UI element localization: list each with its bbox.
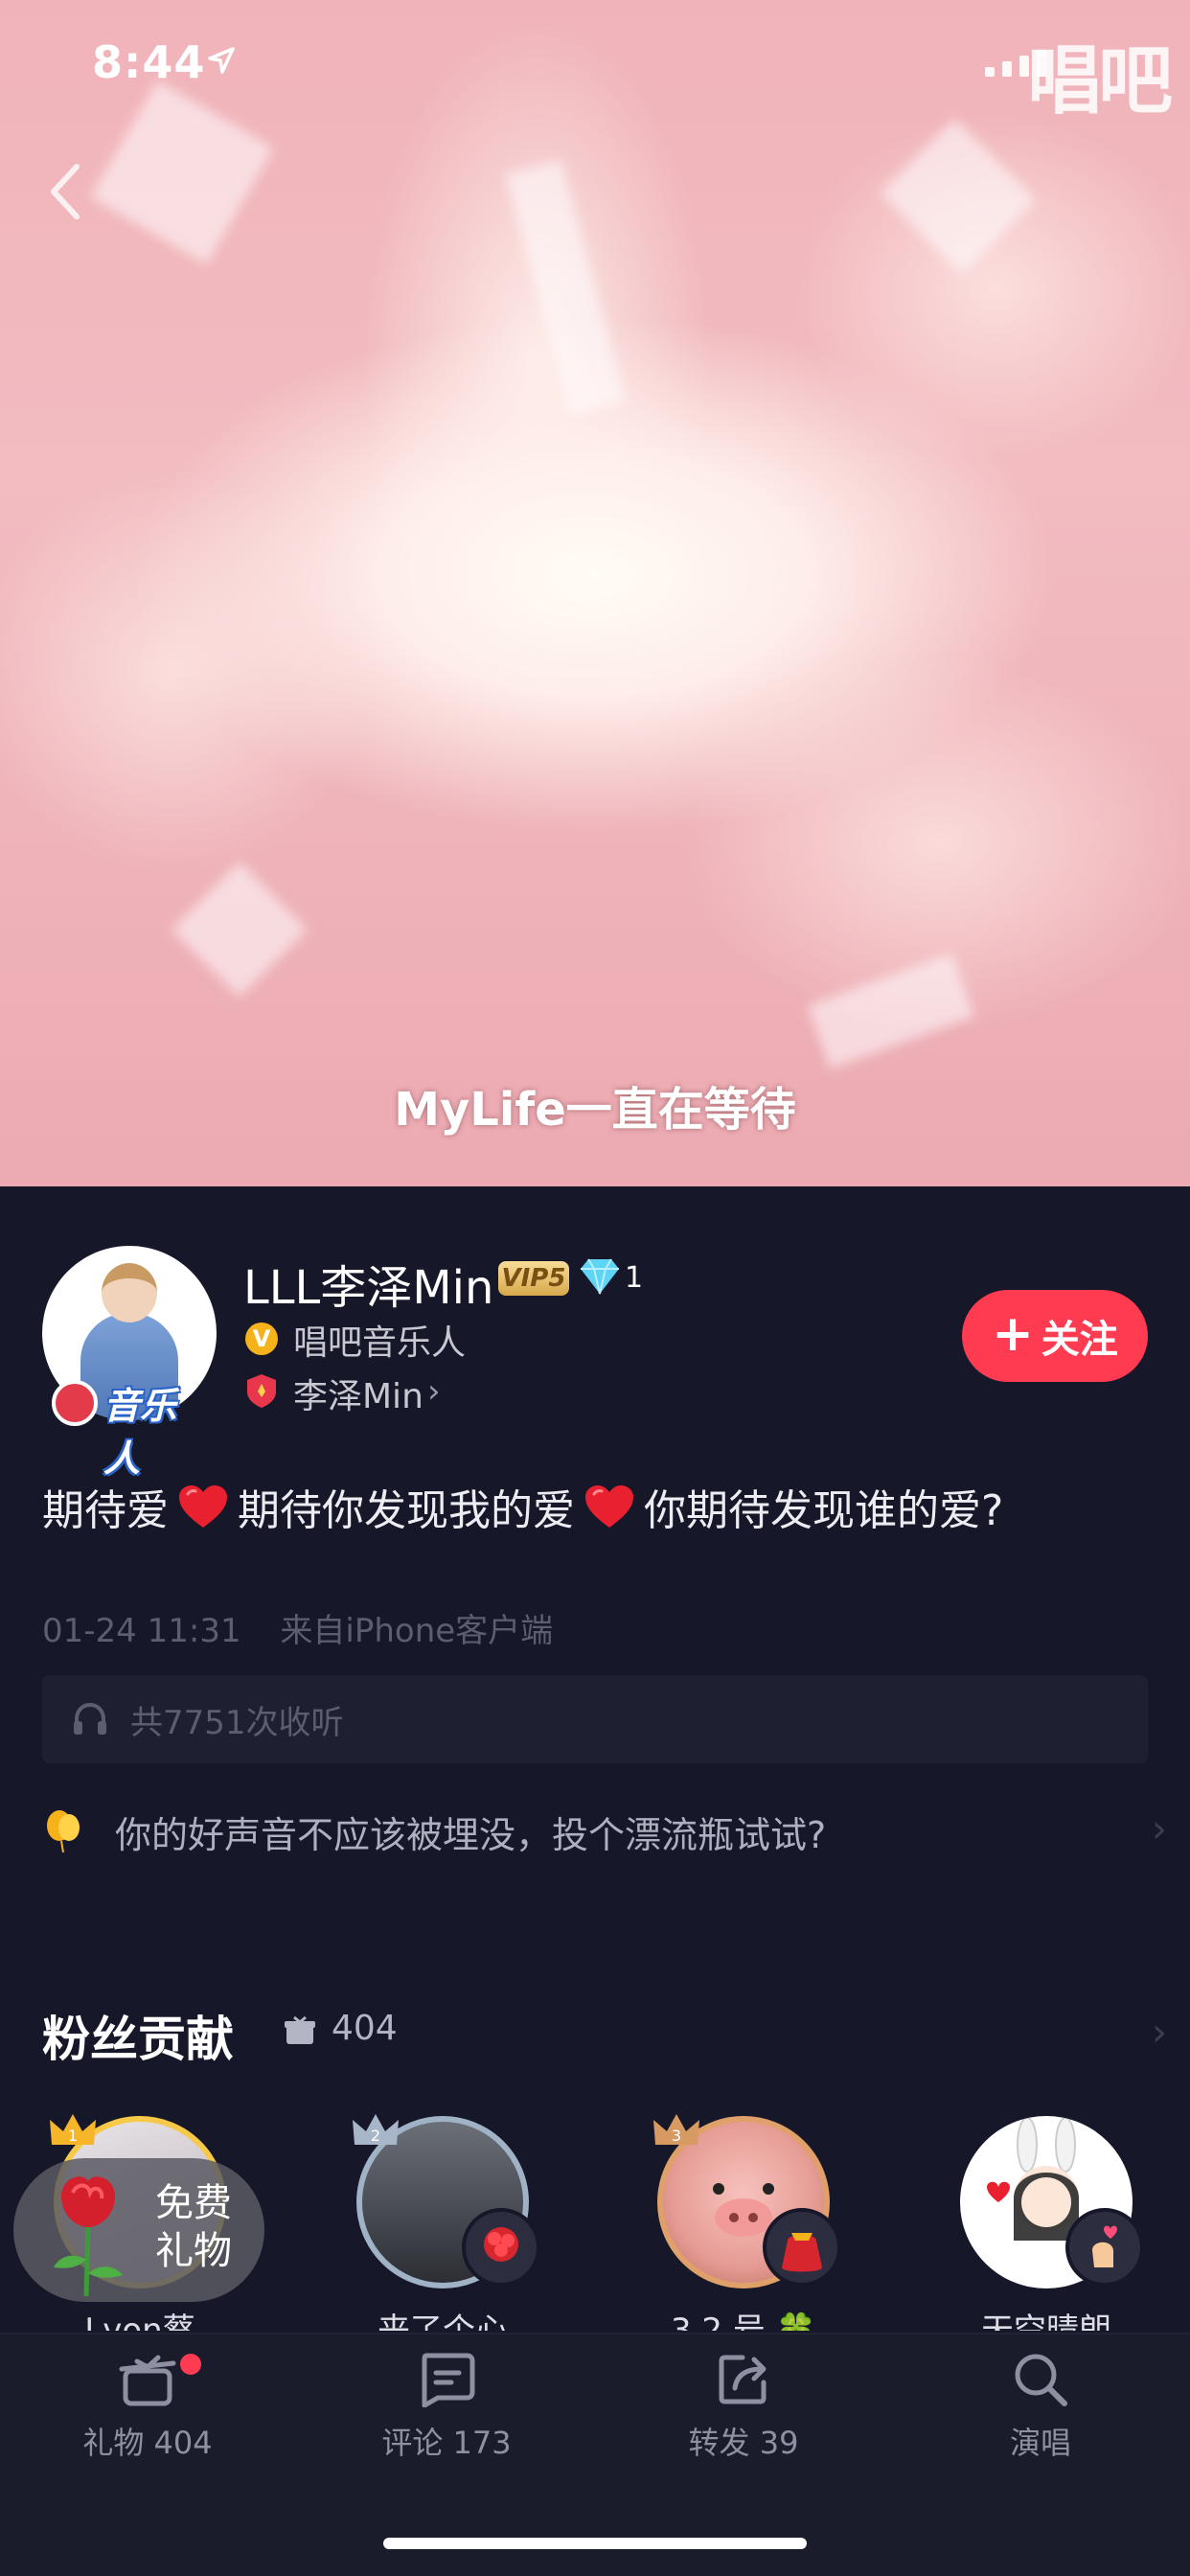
fan-avatar[interactable]: [960, 2116, 1144, 2288]
balloon-icon: [47, 1810, 80, 1853]
video-light-shard: [505, 159, 626, 416]
fan-rank: 2: [371, 2127, 380, 2145]
username[interactable]: LLL李泽Min: [243, 1250, 493, 1317]
rose-bouquet-icon: [462, 2208, 540, 2287]
app-watermark: 唱吧: [1026, 38, 1173, 125]
fan-avatar[interactable]: 2: [353, 2114, 540, 2288]
search-icon: [1015, 2354, 1067, 2406]
video-light-shard: [807, 953, 975, 1070]
shield-icon: [247, 1374, 276, 1408]
tab-comment[interactable]: 评论 173: [341, 2350, 552, 2463]
diamond-icon: [581, 1258, 619, 1295]
drift-bottle-row[interactable]: 你的好声音不应该被埋没，投个漂流瓶试试? ›: [42, 1798, 1167, 1865]
comment-icon: [422, 2353, 475, 2407]
video-light-shard: [90, 80, 274, 264]
club-label[interactable]: 李泽Min: [293, 1368, 423, 1418]
plus-icon: +: [992, 1305, 1034, 1363]
post-meta: 01-24 11:31 来自iPhone客户端: [42, 1604, 553, 1651]
guitar-icon: [52, 1380, 98, 1426]
role-label: 唱吧音乐人: [293, 1323, 467, 1363]
post-date: 01-24 11:31: [42, 1612, 241, 1650]
free-gift-label: 免费礼物: [155, 2181, 232, 2273]
headphones-icon: [74, 1702, 106, 1735]
fan-name: Lvon蔡: [84, 2312, 195, 2331]
tab-sing-label: 演唱: [1009, 2425, 1071, 2461]
drift-bottle-prompt: 你的好声音不应该被埋没，投个漂流瓶试试?: [115, 1813, 827, 1856]
tab-gift-label: 礼物 404: [82, 2425, 213, 2461]
listen-count: 共7751次收听: [130, 1703, 344, 1742]
gift-icon: [285, 2015, 315, 2044]
crown-silver-icon: 2: [353, 2114, 399, 2145]
follow-button[interactable]: + 关注: [962, 1290, 1148, 1382]
crown-gold-icon: 1: [50, 2114, 96, 2145]
rose-icon: [54, 2176, 123, 2297]
chevron-right-icon: ›: [1152, 1807, 1167, 1852]
heart-icon: [179, 1485, 227, 1528]
tab-comment-label: 评论 173: [381, 2425, 512, 2461]
finger-heart-icon: [1065, 2208, 1144, 2287]
lucky-bag-icon: [763, 2208, 841, 2287]
diamond-count: 1: [625, 1261, 644, 1295]
caption-text: 你期待发现谁的爱?: [644, 1486, 1004, 1535]
verified-v-icon: V: [245, 1322, 278, 1355]
musician-badge: 音乐人: [46, 1376, 217, 1480]
musician-badge-label: 音乐人: [103, 1385, 177, 1480]
post-caption: 期待爱 期待你发现我的爱 你期待发现谁的爱?: [42, 1476, 1003, 1537]
tab-sing[interactable]: 演唱: [935, 2350, 1146, 2463]
fans-section-title: 粉丝贡献: [42, 2012, 234, 2067]
tab-share-label: 转发 39: [688, 2425, 799, 2461]
follow-button-label: 关注: [1041, 1318, 1118, 1362]
location-arrow-icon: [208, 47, 235, 74]
fan-rank: 3: [672, 2127, 681, 2145]
lyric-subtitle: MyLife一直在等待: [394, 1083, 796, 1137]
post-source: 来自iPhone客户端: [280, 1612, 554, 1650]
tab-gift[interactable]: 礼物 404: [42, 2350, 253, 2463]
fan-name: 天空晴朗: [981, 2312, 1111, 2331]
fan-name: 3 2 号 🍀: [670, 2312, 817, 2331]
video-light-shard: [172, 862, 308, 998]
notification-dot: [180, 2354, 201, 2375]
video-light-shard: [880, 118, 1037, 275]
chevron-right-icon: ›: [427, 1372, 441, 1411]
free-gift-button[interactable]: 免费礼物: [13, 2158, 264, 2302]
vip-badge[interactable]: VIP5: [498, 1261, 569, 1296]
tab-share[interactable]: 转发 39: [638, 2350, 849, 2463]
back-icon[interactable]: [38, 153, 96, 230]
fan-rank: 1: [68, 2127, 78, 2145]
user-avatar[interactable]: 音乐人: [42, 1246, 217, 1480]
fans-gift-count: 404: [332, 2009, 398, 2048]
fan-name: 来了个心: [378, 2312, 508, 2331]
video-player[interactable]: 8:44 唱吧 MyLife一直在等待: [0, 0, 1190, 1186]
gift-icon: [119, 2355, 176, 2406]
caption-text: 期待爱: [42, 1486, 169, 1535]
listen-count-bar: 共7751次收听: [42, 1675, 1148, 1763]
home-indicator: [383, 2538, 807, 2549]
caption-text: 期待你发现我的爱: [238, 1486, 575, 1535]
status-time: 8:44: [92, 36, 206, 88]
crown-bronze-icon: 3: [653, 2114, 699, 2145]
fan-avatar[interactable]: 3: [653, 2114, 841, 2288]
share-icon: [719, 2355, 767, 2404]
heart-icon: [585, 1485, 633, 1528]
chevron-right-icon[interactable]: ›: [1152, 2011, 1167, 2055]
